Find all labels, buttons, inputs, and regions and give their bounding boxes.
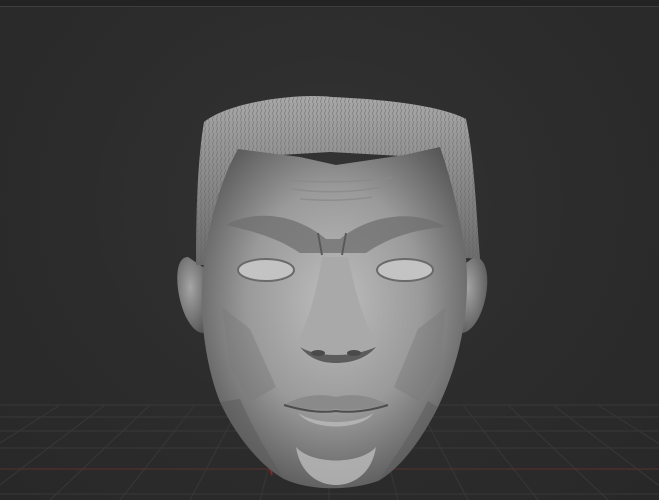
sculpted-head-model[interactable] (177, 96, 488, 489)
viewport-canvas[interactable] (0, 7, 659, 500)
right-eye (376, 258, 434, 282)
sculpt-app (0, 0, 659, 500)
left-eye (237, 258, 295, 282)
viewport-svg (0, 96, 659, 500)
nostril-right (347, 350, 361, 356)
top-toolbar-strip (0, 0, 659, 7)
nostril-left (311, 350, 325, 356)
